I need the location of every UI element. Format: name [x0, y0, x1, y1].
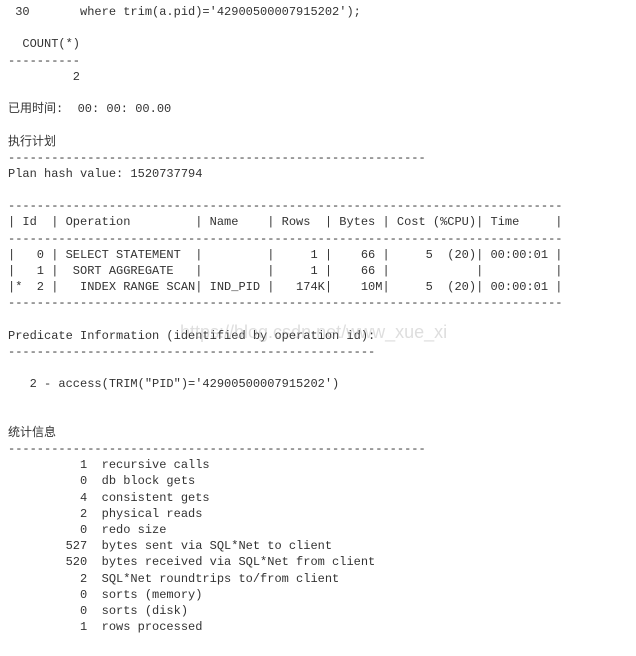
sql-line: 30 where trim(a.pid)='42900500007915202'… [8, 5, 361, 19]
stat-line: 0 sorts (disk) [8, 604, 188, 618]
table-border: ----------------------------------------… [8, 296, 563, 310]
table-border: ----------------------------------------… [8, 199, 563, 213]
divider: ---------- [8, 54, 80, 68]
divider: ----------------------------------------… [8, 442, 426, 456]
table-border: ----------------------------------------… [8, 232, 563, 246]
elapsed-time: 已用时间: 00: 00: 00.00 [8, 102, 171, 116]
divider: ----------------------------------------… [8, 151, 426, 165]
table-row: |* 2 | INDEX RANGE SCAN| IND_PID | 174K|… [8, 280, 563, 294]
sql-output-block: 30 where trim(a.pid)='42900500007915202'… [0, 0, 636, 656]
stat-line: 0 sorts (memory) [8, 588, 202, 602]
stat-line: 520 bytes received via SQL*Net from clie… [8, 555, 375, 569]
stat-line: 1 recursive calls [8, 458, 210, 472]
count-value: 2 [8, 70, 80, 84]
stat-line: 4 consistent gets [8, 491, 210, 505]
divider: ----------------------------------------… [8, 345, 375, 359]
section-header-stats: 统计信息 [8, 426, 56, 440]
plan-hash: Plan hash value: 1520737794 [8, 167, 202, 181]
table-row: | 1 | SORT AGGREGATE | | 1 | 66 | | | [8, 264, 563, 278]
stat-line: 1 rows processed [8, 620, 202, 634]
predicate-line: 2 - access(TRIM("PID")='4290050000791520… [8, 377, 339, 391]
stat-line: 2 physical reads [8, 507, 202, 521]
section-header-plan: 执行计划 [8, 135, 56, 149]
count-header: COUNT(*) [8, 37, 80, 51]
stat-line: 0 redo size [8, 523, 166, 537]
stat-line: 0 db block gets [8, 474, 195, 488]
predicate-header: Predicate Information (identified by ope… [8, 329, 375, 343]
stat-line: 527 bytes sent via SQL*Net to client [8, 539, 332, 553]
table-header: | Id | Operation | Name | Rows | Bytes |… [8, 215, 563, 229]
table-row: | 0 | SELECT STATEMENT | | 1 | 66 | 5 (2… [8, 248, 563, 262]
stat-line: 2 SQL*Net roundtrips to/from client [8, 572, 339, 586]
